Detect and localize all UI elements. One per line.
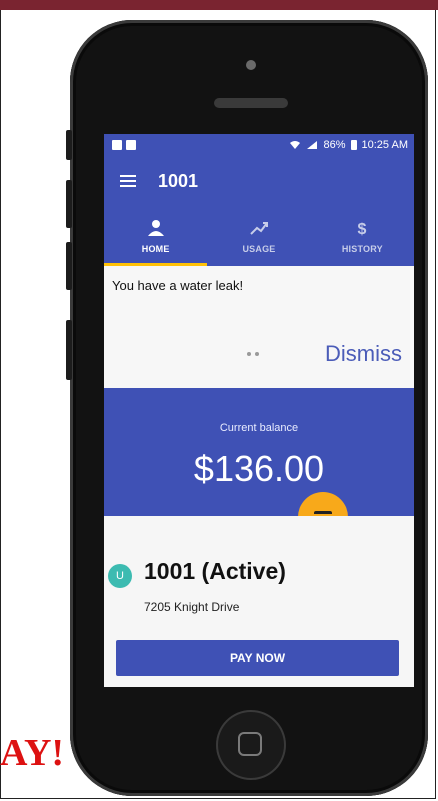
notification-icons [112,140,136,150]
pay-now-button[interactable]: PAY NOW [116,640,399,676]
side-button [66,320,72,380]
tab-label: HOME [141,244,170,254]
battery-percent: 86% [323,139,346,151]
side-button [66,130,72,160]
tab-bar: HOME USAGE $ HISTORY [104,206,414,266]
tab-home[interactable]: HOME [104,206,208,266]
phone-screen: 86% 10:25 AM 1001 HOME USAGE $ HISTORY Y… [104,134,414,687]
top-banner [0,0,438,10]
status-right: 86% 10:25 AM [289,139,408,151]
account-title: 1001 (Active) [144,558,286,584]
wifi-icon [290,141,301,149]
speaker [214,98,288,108]
side-button [66,180,72,228]
account-address: 7205 Knight Drive [144,600,240,614]
image-icon [126,140,136,150]
tab-usage[interactable]: USAGE [207,206,310,266]
page-dots [247,352,259,356]
status-bar: 86% 10:25 AM [104,134,414,156]
avatar: U [108,564,132,588]
promo-text: AY! [0,732,65,774]
trend-icon [250,222,268,235]
account-section: U 1001 (Active) 7205 Knight Drive PAY NO… [104,516,414,687]
home-button[interactable] [216,710,286,780]
dollar-icon: $ [358,221,367,238]
app-title: 1001 [158,170,199,191]
app-bar: 1001 [104,156,414,206]
notification-icon [112,140,122,150]
dismiss-button[interactable]: Dismiss [325,341,402,367]
person-icon [147,220,164,236]
status-time: 10:25 AM [361,139,408,151]
tab-label: USAGE [242,244,276,254]
alert-card: You have a water leak! Dismiss [104,266,414,388]
tab-label: HISTORY [341,244,383,254]
home-square-icon [238,732,262,756]
signal-icon [307,141,318,149]
tab-history[interactable]: $ HISTORY [311,206,414,266]
battery-icon [350,140,357,150]
page-dot [255,352,259,356]
alert-message: You have a water leak! [112,278,244,293]
page-dot [247,352,251,356]
balance-label: Current balance [219,422,299,434]
svg-text:$: $ [358,221,367,238]
balance-panel: Current balance $136.00 [104,388,414,516]
menu-icon[interactable] [120,175,136,187]
side-button [66,242,72,290]
camera [246,60,256,70]
balance-amount: $136.00 [193,448,325,489]
